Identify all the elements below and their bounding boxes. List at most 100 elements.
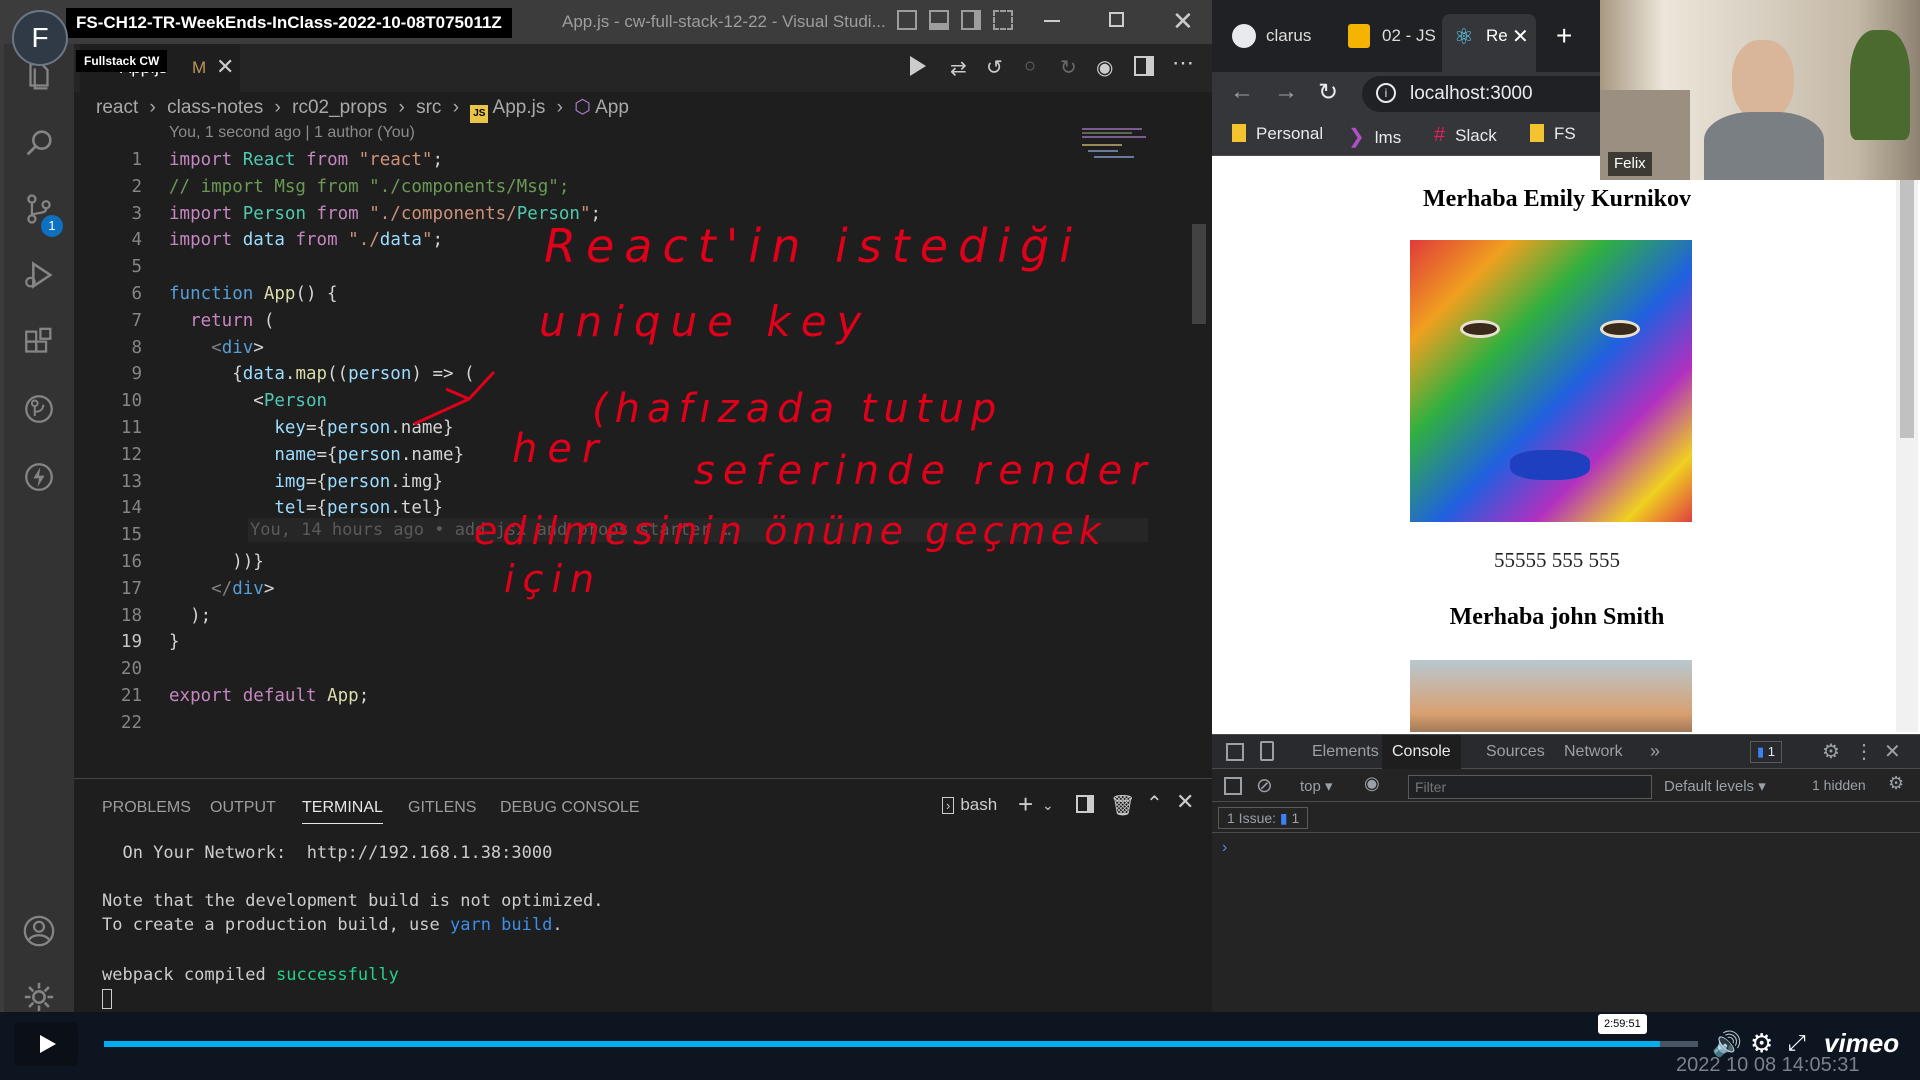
terminal-line: To create a production build, use yarn b… bbox=[102, 915, 563, 935]
toggle-secondary-sidebar-icon[interactable] bbox=[961, 10, 981, 30]
split-terminal-icon[interactable] bbox=[1076, 795, 1094, 813]
next-change-icon[interactable]: ↻ bbox=[1060, 55, 1077, 80]
bookmark-fs[interactable]: FS bbox=[1530, 124, 1576, 144]
vimeo-logo[interactable]: vimeo bbox=[1824, 1028, 1899, 1059]
revision-icon[interactable]: ○ bbox=[1024, 55, 1036, 78]
toggle-sidebar-icon[interactable] bbox=[897, 10, 917, 30]
success-word: successfully bbox=[276, 965, 399, 985]
trash-icon[interactable]: 🗑 bbox=[1110, 793, 1135, 818]
breadcrumb-item[interactable]: src bbox=[416, 97, 441, 118]
devtools-tab-elements[interactable]: Elements bbox=[1312, 743, 1379, 761]
sidebar-toggle-icon[interactable] bbox=[1224, 777, 1242, 795]
tab-terminal[interactable]: TERMINAL bbox=[302, 799, 383, 824]
annotation-line: için bbox=[504, 557, 602, 601]
progress-track[interactable] bbox=[104, 1041, 1698, 1047]
console-prompt-icon[interactable]: › bbox=[1222, 839, 1227, 857]
yarn-build-command: yarn build bbox=[450, 915, 553, 935]
compare-changes-icon[interactable]: ⇄ bbox=[950, 56, 967, 81]
customize-layout-icon[interactable] bbox=[993, 10, 1013, 30]
tab-output[interactable]: OUTPUT bbox=[210, 799, 276, 817]
log-levels-dropdown[interactable]: Default levels ▾ bbox=[1664, 777, 1766, 795]
search-icon[interactable] bbox=[20, 124, 58, 162]
close-tab-icon[interactable]: ✕ bbox=[1512, 24, 1529, 49]
split-editor-icon[interactable] bbox=[1134, 56, 1154, 76]
issues-link[interactable]: 1 Issue: ▮ 1 bbox=[1218, 807, 1309, 829]
eye-icon[interactable]: ◉ bbox=[1364, 773, 1380, 794]
terminal-line: On Your Network: http://192.168.1.38:300… bbox=[102, 843, 553, 863]
browser-tab[interactable]: 02 - JS bbox=[1336, 20, 1436, 54]
volume-icon[interactable]: 🔊 bbox=[1712, 1030, 1742, 1059]
folder-icon bbox=[1232, 124, 1246, 142]
gitlens-icon[interactable] bbox=[20, 390, 58, 428]
annotation-line: React'in istediği bbox=[544, 219, 1082, 273]
device-toolbar-icon[interactable] bbox=[1260, 741, 1274, 761]
back-icon[interactable]: ← bbox=[1230, 78, 1254, 106]
react-icon: ⚛ bbox=[1454, 24, 1474, 49]
new-tab-icon[interactable]: + bbox=[1556, 20, 1572, 52]
console-settings-icon[interactable]: ⚙ bbox=[1888, 773, 1904, 794]
devtools-settings-icon[interactable]: ⚙ bbox=[1822, 739, 1840, 764]
browser-tab[interactable]: clarus bbox=[1220, 20, 1330, 54]
issues-counter[interactable]: ▮ 1 bbox=[1750, 741, 1783, 763]
site-info-icon[interactable]: i bbox=[1376, 83, 1396, 103]
settings-gear-icon[interactable]: ⚙ bbox=[1750, 1028, 1773, 1059]
tab-gitlens[interactable]: GITLENS bbox=[408, 799, 476, 817]
terminal-shell-selector[interactable]: › bash bbox=[942, 795, 997, 815]
inspect-element-icon[interactable] bbox=[1226, 743, 1244, 761]
context-selector[interactable]: top ▾ bbox=[1300, 777, 1333, 795]
accounts-icon[interactable] bbox=[20, 912, 58, 950]
progress-fill bbox=[104, 1041, 1660, 1047]
close-panel-icon[interactable]: ✕ bbox=[1176, 789, 1194, 815]
code-editor[interactable]: You, 1 second ago | 1 author (You) 12345… bbox=[74, 124, 1214, 778]
page-scrollbar[interactable] bbox=[1896, 178, 1918, 732]
devtools-tab-console[interactable]: Console bbox=[1382, 735, 1461, 769]
breadcrumb-item[interactable]: react bbox=[96, 97, 138, 118]
devtools-tab-sources[interactable]: Sources bbox=[1486, 743, 1545, 761]
bookmark-lms[interactable]: ❯ lms bbox=[1348, 124, 1401, 149]
maximize-icon[interactable] bbox=[1109, 12, 1124, 27]
avatar[interactable]: F bbox=[12, 10, 68, 66]
more-actions-icon[interactable]: ⋯ bbox=[1172, 50, 1194, 76]
annotation-line: her bbox=[512, 426, 608, 472]
context-label: top bbox=[1300, 778, 1321, 795]
run-debug-icon[interactable] bbox=[20, 256, 58, 294]
chevron-down-icon[interactable]: ⌄ bbox=[1042, 797, 1054, 814]
close-devtools-icon[interactable]: ✕ bbox=[1884, 739, 1901, 764]
bookmark-personal[interactable]: Personal bbox=[1232, 124, 1323, 144]
hidden-count: 1 hidden bbox=[1812, 777, 1866, 793]
clear-console-icon[interactable]: ⊘ bbox=[1256, 773, 1273, 798]
bookmark-slack[interactable]: # Slack bbox=[1434, 124, 1497, 147]
breadcrumb-item[interactable]: App bbox=[595, 97, 629, 118]
minimize-icon[interactable] bbox=[1044, 20, 1060, 22]
person-image bbox=[1410, 660, 1692, 732]
more-tabs-icon[interactable]: » bbox=[1650, 741, 1660, 762]
extensions-icon[interactable] bbox=[20, 324, 58, 362]
new-terminal-icon[interactable]: + bbox=[1018, 789, 1033, 820]
manage-gear-icon[interactable] bbox=[20, 978, 58, 1016]
console-filter-input[interactable] bbox=[1408, 775, 1652, 799]
toggle-panel-icon[interactable] bbox=[929, 10, 949, 30]
annotation-line: unique key bbox=[539, 297, 871, 346]
tab-debug-console[interactable]: DEBUG CONSOLE bbox=[500, 799, 640, 817]
js-file-icon: JS bbox=[470, 105, 489, 123]
browser-tab-active[interactable]: ⚛ Re ✕ bbox=[1442, 14, 1536, 72]
close-tab-icon[interactable]: ✕ bbox=[216, 54, 234, 80]
breadcrumb-item[interactable]: class-notes bbox=[167, 97, 263, 118]
fullscreen-icon[interactable]: ⤢ bbox=[1788, 1030, 1806, 1056]
devtools-menu-icon[interactable]: ⋮ bbox=[1854, 739, 1874, 764]
reload-icon[interactable]: ↻ bbox=[1318, 78, 1338, 107]
source-control-badge: 1 bbox=[41, 215, 63, 237]
forward-icon[interactable]: → bbox=[1274, 78, 1298, 106]
devtools-tab-network[interactable]: Network bbox=[1564, 743, 1623, 761]
thunder-client-icon[interactable] bbox=[20, 458, 58, 496]
breadcrumb-item[interactable]: rc02_props bbox=[292, 97, 387, 118]
breadcrumb-item[interactable]: App.js bbox=[493, 97, 546, 118]
previous-change-icon[interactable]: ↺ bbox=[986, 55, 1003, 80]
maximize-panel-icon[interactable]: ⌃ bbox=[1146, 791, 1163, 816]
close-window-icon[interactable]: ✕ bbox=[1172, 6, 1194, 37]
gitlens-inspect-icon[interactable]: ◉ bbox=[1096, 55, 1113, 80]
play-button[interactable] bbox=[14, 1022, 78, 1066]
tab-problems[interactable]: PROBLEMS bbox=[102, 799, 191, 817]
annotation-line: edilmesinin önüne geçmek bbox=[474, 509, 1106, 553]
run-icon[interactable] bbox=[910, 56, 926, 76]
